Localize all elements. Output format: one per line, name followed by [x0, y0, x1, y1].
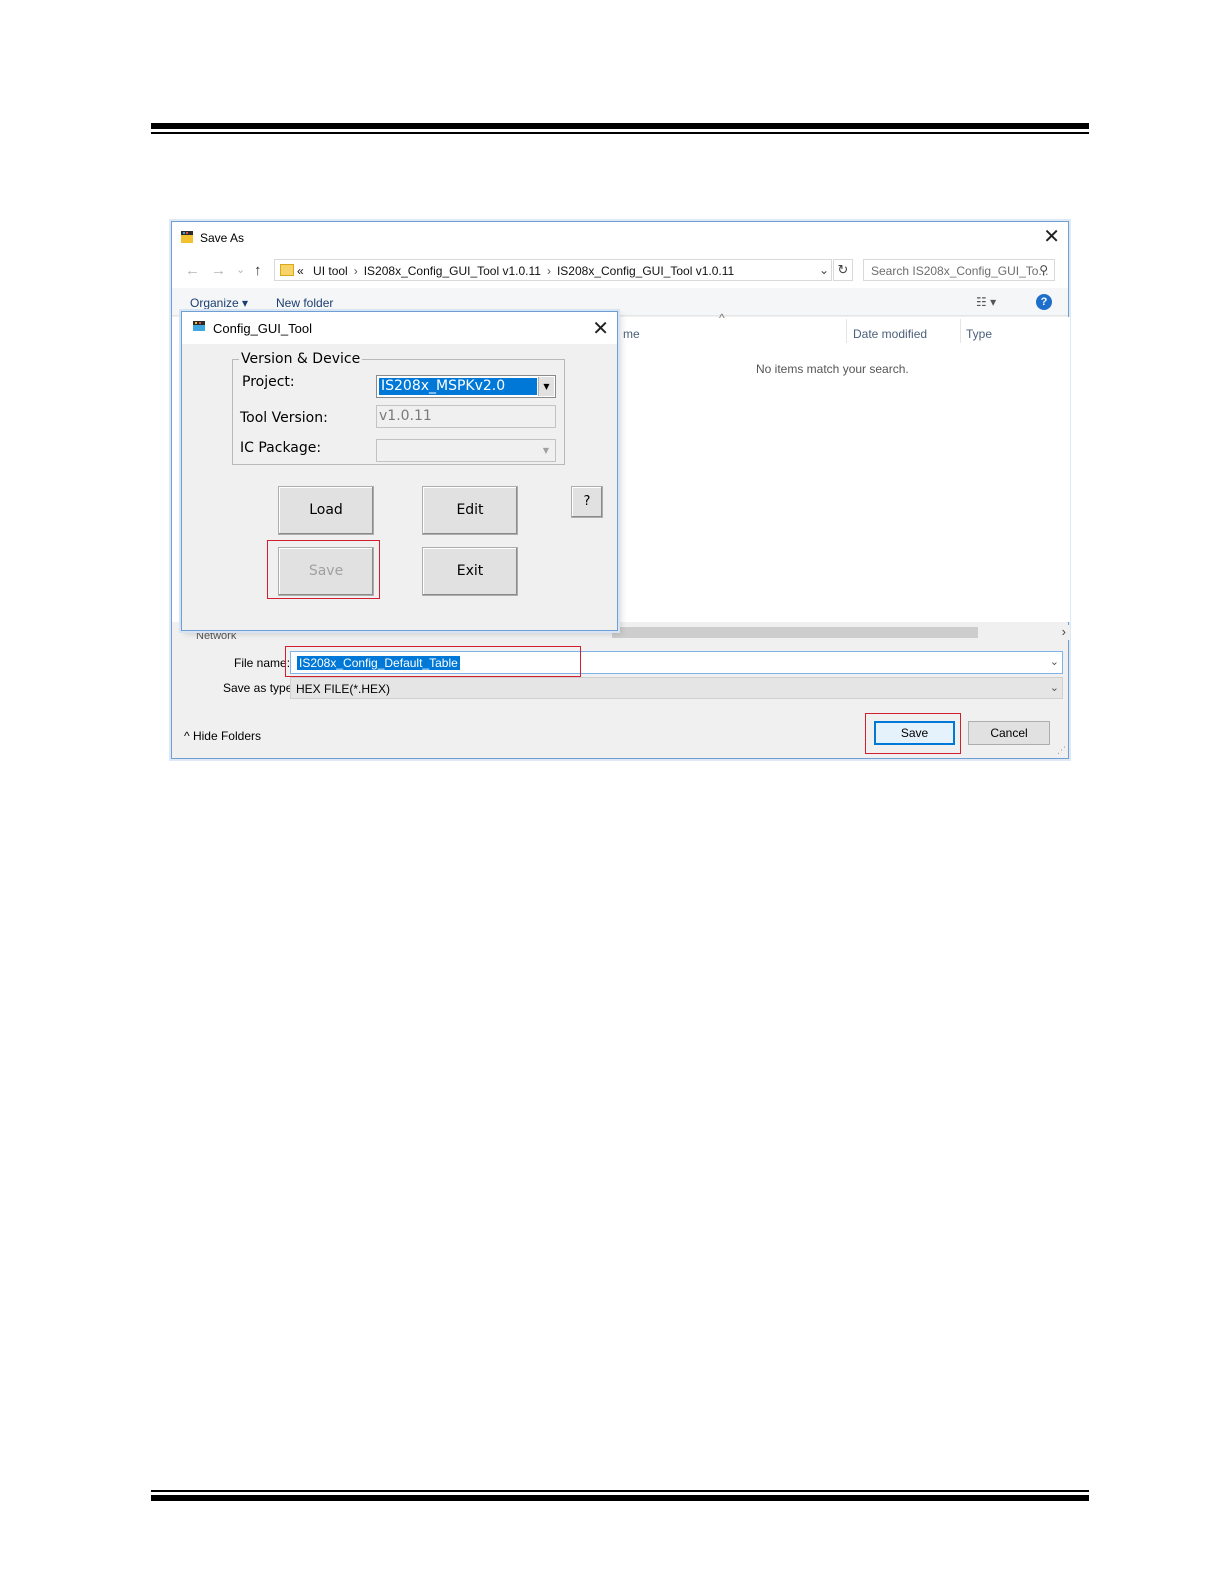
app-icon: [193, 321, 205, 331]
search-icon: ⚲: [1039, 263, 1048, 277]
view-options-icon[interactable]: ☷ ▾: [976, 295, 996, 309]
save-as-titlebar: Save As ✕: [172, 222, 1068, 254]
app-icon: [181, 231, 193, 243]
new-folder-button[interactable]: New folder: [276, 296, 333, 310]
save-as-type-value: HEX FILE(*.HEX): [296, 682, 391, 696]
page-top-rule-thin: [151, 132, 1089, 134]
resize-grip-icon[interactable]: ⋰: [1057, 745, 1066, 756]
project-select[interactable]: IS208x_MSPKv2.0 ▼: [376, 375, 556, 398]
scrollbar-thumb[interactable]: [612, 627, 978, 638]
close-icon[interactable]: ✕: [1043, 226, 1060, 248]
ic-package-select[interactable]: ▼: [376, 439, 556, 462]
tool-version-label: Tool Version:: [240, 410, 328, 426]
refresh-button[interactable]: ↻: [833, 259, 853, 281]
project-value: IS208x_MSPKv2.0: [379, 378, 537, 395]
version-device-group: Version & Device Project: IS208x_MSPKv2.…: [232, 351, 565, 465]
breadcrumb-separator-icon: ›: [353, 264, 358, 278]
save-as-type-select[interactable]: HEX FILE(*.HEX) ⌄: [290, 677, 1063, 699]
ic-package-label: IC Package:: [240, 440, 322, 456]
breadcrumb: « UI tool › IS208x_Config_GUI_Tool v1.0.11…: [297, 264, 734, 278]
organize-button[interactable]: Organize ▾: [190, 296, 248, 310]
up-arrow-icon[interactable]: ↑: [254, 262, 262, 279]
page-top-rule-thick: [151, 123, 1089, 129]
file-name-highlight-box: [285, 646, 581, 677]
config-titlebar: Config_GUI_Tool ✕: [182, 312, 617, 344]
help-button[interactable]: ?: [571, 486, 603, 518]
horizontal-scrollbar[interactable]: ›: [612, 624, 1070, 640]
column-divider[interactable]: [960, 319, 961, 343]
help-icon[interactable]: ?: [1036, 294, 1052, 310]
file-name-dropdown-icon[interactable]: ⌄: [1050, 655, 1059, 668]
forward-arrow-icon[interactable]: →: [211, 262, 226, 279]
exit-button[interactable]: Exit: [422, 547, 518, 596]
save-as-title: Save As: [200, 231, 245, 245]
recent-locations-chevron-icon[interactable]: ⌄: [236, 263, 245, 276]
column-header-type[interactable]: Type: [966, 327, 992, 341]
navigation-bar: ← → ⌄ ↑ « UI tool › IS208x_Config_GUI_Tool…: [172, 254, 1068, 288]
config-title: Config_GUI_Tool: [213, 321, 312, 336]
page-bottom-rule-thin: [151, 1490, 1089, 1492]
breadcrumb-overflow[interactable]: «: [297, 264, 304, 278]
save-as-type-chevron-icon: ⌄: [1049, 682, 1059, 694]
page-bottom-rule-thick: [151, 1495, 1089, 1501]
search-input[interactable]: Search IS208x_Config_GUI_To... ⚲: [863, 259, 1055, 281]
address-bar[interactable]: « UI tool › IS208x_Config_GUI_Tool v1.0.11…: [274, 259, 832, 281]
save-button-highlight-box: [865, 713, 961, 754]
breadcrumb-segment-parent[interactable]: IS208x_Config_GUI_Tool v1.0.11: [364, 264, 541, 278]
sort-caret-icon: ^: [719, 311, 725, 325]
save-as-type-label: Save as type:: [223, 681, 296, 695]
cancel-button[interactable]: Cancel: [968, 721, 1050, 745]
column-header-date-modified[interactable]: Date modified: [853, 327, 927, 341]
load-button[interactable]: Load: [278, 486, 374, 535]
hide-folders-toggle[interactable]: ^ Hide Folders: [184, 729, 261, 743]
search-placeholder: Search IS208x_Config_GUI_To...: [871, 264, 1049, 278]
column-header-name[interactable]: me: [623, 327, 640, 341]
network-nav-item[interactable]: Network: [196, 630, 266, 642]
scroll-right-icon[interactable]: ›: [1062, 624, 1066, 639]
project-label: Project:: [242, 374, 295, 390]
address-dropdown-chevron-icon[interactable]: ⌄: [819, 263, 829, 277]
breadcrumb-segment-current[interactable]: IS208x_Config_GUI_Tool v1.0.11: [557, 264, 734, 278]
config-save-highlight-box: [267, 540, 380, 599]
breadcrumb-separator-icon: ›: [546, 264, 551, 278]
edit-button[interactable]: Edit: [422, 486, 518, 535]
dropdown-arrow-icon[interactable]: ▼: [538, 441, 554, 460]
folder-icon: [280, 264, 294, 276]
dropdown-arrow-icon[interactable]: ▼: [538, 377, 554, 396]
breadcrumb-segment-ui-tool[interactable]: UI tool: [313, 264, 348, 278]
config-gui-tool-dialog: Config_GUI_Tool ✕ Version & Device Proje…: [181, 311, 618, 631]
back-arrow-icon[interactable]: ←: [185, 262, 200, 279]
tool-version-field: v1.0.11: [376, 405, 556, 428]
group-title: Version & Device: [239, 351, 363, 367]
file-name-label: File name:: [234, 656, 291, 670]
close-icon[interactable]: ✕: [592, 316, 609, 340]
empty-state-message: No items match your search.: [756, 362, 909, 376]
column-divider[interactable]: [846, 319, 847, 343]
